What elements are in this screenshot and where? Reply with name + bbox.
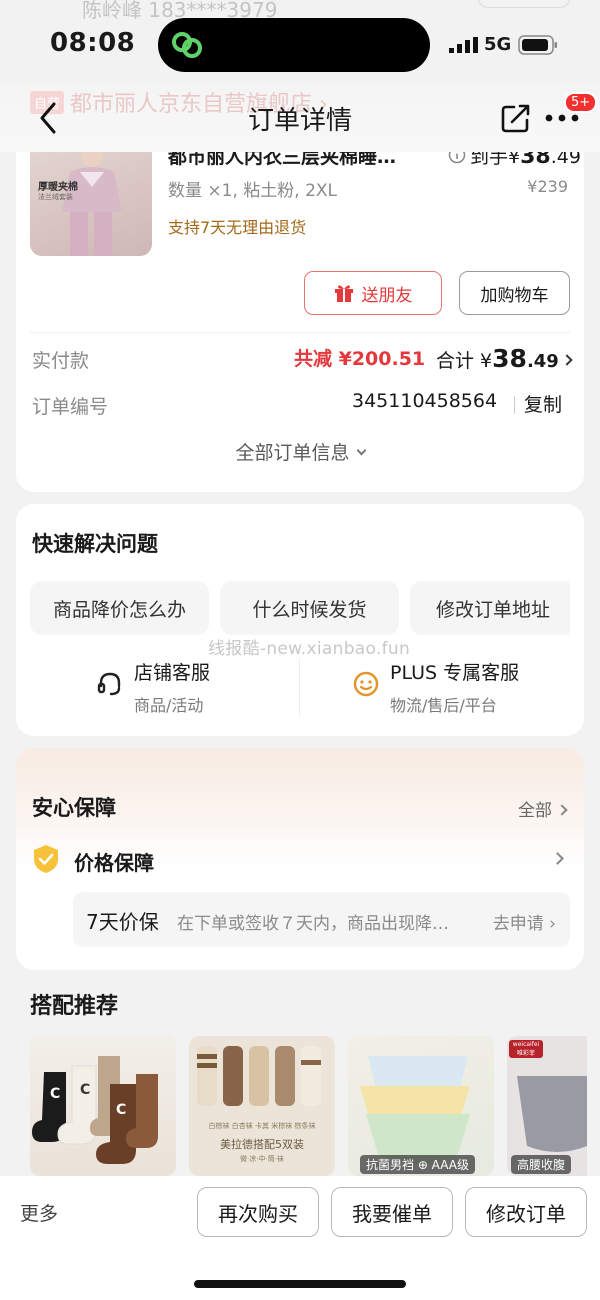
modify-order-label: 修改订单 <box>486 1201 566 1226</box>
buy-again-label: 再次购买 <box>218 1201 298 1226</box>
product-image-sublabel: 法兰绒套装 <box>38 193 73 201</box>
store-service-name: 店铺客服 <box>134 662 211 684</box>
separator <box>514 396 515 414</box>
headset-icon <box>97 672 121 696</box>
notification-badge: 5+ <box>564 92 598 113</box>
recommend-item-underwear[interactable]: 抗菌男裆 ⊕ AAA级 <box>348 1036 494 1176</box>
price-protect-description: 在下单或签收７天内，商品出现降… <box>177 914 449 934</box>
battery-icon <box>518 35 557 55</box>
return-policy: 支持7天无理由退货 <box>168 218 307 237</box>
chevron-down-icon <box>356 445 366 456</box>
paid-label: 实付款 <box>32 350 90 372</box>
recommend-item-high-waist[interactable]: weicaifei 唯彩菲 高腰收腹 <box>507 1036 587 1176</box>
watermark: 线报酷-new.xianbao.fun <box>208 639 411 659</box>
store-service-sub: 商品/活动 <box>134 696 204 715</box>
divider <box>30 332 570 333</box>
dynamic-island <box>158 18 430 72</box>
home-indicator <box>194 1280 406 1288</box>
buy-again-button[interactable]: 再次购买 <box>197 1187 319 1237</box>
cart-button-label: 加购物车 <box>480 285 549 306</box>
link-app-icon <box>172 32 202 58</box>
bottom-action-bar: 更多 再次购买 我要催单 修改订单 <box>0 1176 600 1300</box>
recommend-title: 搭配推荐 <box>30 994 119 1019</box>
apply-button[interactable]: 去申请 › <box>493 909 556 934</box>
all-order-info-toggle[interactable]: 全部订单信息 <box>16 438 584 465</box>
chevron-right-icon[interactable] <box>551 852 564 865</box>
total-integer: 38 <box>492 344 527 373</box>
shield-check-icon <box>34 845 58 873</box>
more-button[interactable]: 更多 <box>20 1199 58 1226</box>
network-type: 5G <box>484 34 512 55</box>
status-bar: 陈岭峰 183****3979 08:08 5G <box>0 0 600 90</box>
total-decimal: .49 <box>526 351 559 372</box>
svg-text:C: C <box>116 1102 126 1118</box>
chip-price-drop[interactable]: 商品降价怎么办 <box>30 581 209 635</box>
divider <box>299 658 300 716</box>
modify-order-button[interactable]: 修改订单 <box>465 1187 587 1237</box>
price-guarantee-label[interactable]: 价格保障 <box>74 847 154 876</box>
ghost-button-edge <box>478 0 570 8</box>
urge-order-label: 我要催单 <box>352 1201 432 1226</box>
high-waist-badge: 高腰收腹 <box>511 1155 572 1174</box>
urge-order-button[interactable]: 我要催单 <box>331 1187 453 1237</box>
order-card: 厚暖夹棉 法兰绒套装 都市丽人内衣三层夹棉睡… 到手¥38.49 数量 ×1, … <box>16 120 584 492</box>
socks-image: C C C <box>32 1056 158 1164</box>
plus-service-sub: 物流/售后/平台 <box>390 696 497 715</box>
status-time: 08:08 <box>50 28 136 58</box>
gift-friend-button[interactable]: 送朋友 <box>304 271 442 315</box>
smile-chat-icon <box>353 671 379 697</box>
guarantee-all-link[interactable]: 全部 <box>518 796 568 821</box>
price-protect-row[interactable]: 7天价保 在下单或签收７天内，商品出现降… 去申请 › <box>73 892 570 947</box>
chip-modify-address[interactable]: 修改订单地址 <box>410 581 570 635</box>
chip-shipping-time[interactable]: 什么时候发货 <box>220 581 399 635</box>
recommend-item-socks-brown[interactable]: C C C <box>30 1036 176 1176</box>
antibacterial-badge: 抗菌男裆 ⊕ AAA级 <box>360 1155 475 1174</box>
svg-text:C: C <box>50 1086 60 1102</box>
recommend-item-socks-5pack[interactable]: 白棕袜 白杏袜 卡其 米棕袜 棕条袜 美拉德搭配5双装 微·凉·中·筒·袜 <box>189 1036 335 1176</box>
chip-label: 商品降价怎么办 <box>52 598 186 621</box>
total-prefix: 合计 ¥ <box>436 350 493 372</box>
product-image-label: 厚暖夹棉 <box>38 182 78 193</box>
chevron-right-icon <box>561 354 573 366</box>
svg-text:C: C <box>80 1082 90 1098</box>
discount-amount: 共减 ¥200.51 <box>294 348 426 370</box>
guarantee-all-label: 全部 <box>518 801 552 821</box>
socks-pack-caption: 美拉德搭配5双装 <box>220 1138 304 1151</box>
socks-pack-subcaption: 微·凉·中·筒·袜 <box>240 1155 284 1163</box>
socks-pack-colors: 白棕袜 白杏袜 卡其 米棕袜 棕条袜 <box>208 1122 316 1130</box>
all-order-info-label: 全部订单信息 <box>235 442 350 464</box>
guarantee-card: 安心保障 全部 价格保障 7天价保 在下单或签收７天内，商品出现降… 去申请 › <box>16 748 584 970</box>
quick-solve-card: 快速解决问题 商品降价怎么办 什么时候发货 修改订单地址 线报酷-new.xia… <box>16 504 584 736</box>
chip-label: 修改订单地址 <box>436 598 551 621</box>
plus-service-name: PLUS 专属客服 <box>390 662 520 684</box>
guarantee-title: 安心保障 <box>32 796 116 820</box>
order-number: 345110458564 <box>352 390 498 412</box>
signal-icon <box>449 37 478 53</box>
copy-order-number-button[interactable]: 复制 <box>524 390 562 417</box>
chevron-right-icon <box>556 804 568 816</box>
nav-header: 自营 都市丽人京东自营旗舰店 › 订单详情 5+ <box>0 82 600 152</box>
more-options-icon[interactable] <box>544 112 580 124</box>
plus-service-button[interactable]: PLUS 专属客服 物流/售后/平台 <box>352 658 572 718</box>
share-icon[interactable] <box>500 102 532 134</box>
add-to-cart-button[interactable]: 加购物车 <box>459 271 570 315</box>
gift-button-label: 送朋友 <box>361 285 413 306</box>
brand-logo: weicaifei 唯彩菲 <box>509 1040 543 1058</box>
price-protect-title: 7天价保 <box>86 910 159 934</box>
store-service-button[interactable]: 店铺客服 商品/活动 <box>96 658 276 718</box>
total-amount-link[interactable]: 合计 ¥38.49 <box>436 344 573 373</box>
chip-label: 什么时候发货 <box>252 598 367 621</box>
product-original-price: ¥239 <box>527 177 568 196</box>
order-number-label: 订单编号 <box>32 396 109 418</box>
gift-icon <box>334 285 353 302</box>
product-spec: 数量 ×1, 粘土粉, 2XL <box>168 181 338 201</box>
quick-solve-title: 快速解决问题 <box>32 532 158 556</box>
